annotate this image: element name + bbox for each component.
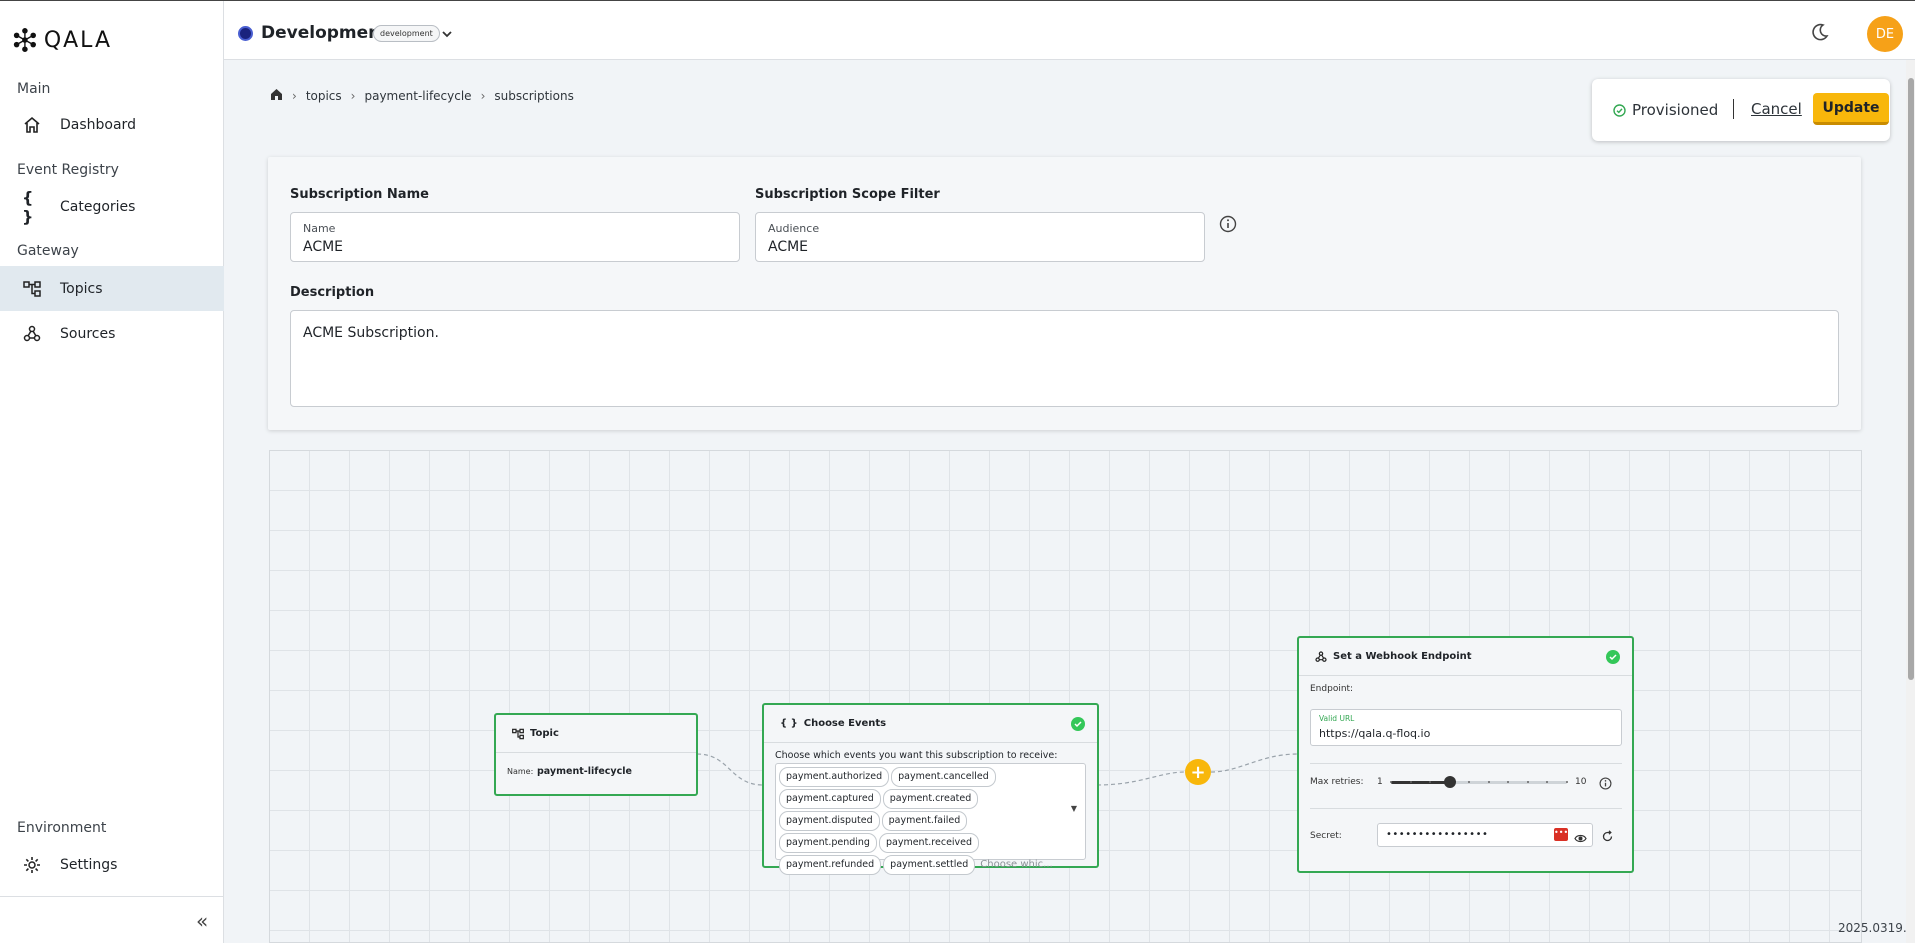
event-tag[interactable]: payment.pending	[779, 833, 877, 853]
webhook-icon	[1315, 650, 1327, 662]
event-tag[interactable]: payment.failed	[881, 811, 968, 831]
node-title: Choose Events	[803, 718, 887, 729]
events-search-placeholder[interactable]: Choose whic...	[980, 859, 1052, 870]
page-scrollbar-thumb[interactable]	[1908, 78, 1914, 680]
slider-tick	[1526, 781, 1529, 783]
slider-tick	[1487, 781, 1490, 783]
app-version: 2025.0319.1	[1838, 921, 1915, 935]
event-tag[interactable]: payment.cancelled	[891, 767, 996, 787]
secret-value: ••••••••••••••••	[1386, 829, 1489, 840]
events-multiselect[interactable]: payment.authorized payment.cancelled payme…	[775, 763, 1086, 875]
event-tag[interactable]: payment.created	[882, 789, 979, 809]
node-header: Set a Webhook Endpoint	[1299, 638, 1632, 676]
node-header: Topic	[496, 715, 696, 753]
retries-max: 10	[1575, 777, 1587, 787]
success-check-icon	[1071, 717, 1085, 731]
event-tag[interactable]: payment.settled	[883, 855, 976, 875]
node-header: { } Choose Events	[764, 705, 1097, 743]
divider	[1310, 808, 1622, 809]
url-value: https://qala.q-floq.io	[1319, 727, 1431, 740]
choose-events-node[interactable]: { } Choose Events Choose which events yo…	[762, 703, 1099, 875]
secret-label: Secret:	[1310, 831, 1342, 841]
retries-slider[interactable]	[1390, 776, 1568, 788]
topic-name-label: Name:	[507, 767, 534, 776]
slider-tick	[1409, 781, 1412, 783]
retries-slider-thumb[interactable]	[1443, 776, 1456, 788]
success-check-icon	[1606, 650, 1620, 664]
events-prompt: Choose which events you want this subscr…	[775, 750, 1058, 761]
slider-tick	[1468, 781, 1471, 783]
event-tag[interactable]: payment.refunded	[779, 855, 882, 875]
webhook-endpoint-node[interactable]: Set a Webhook Endpoint Endpoint: Valid U…	[1297, 636, 1634, 873]
retries-slider-fill	[1391, 781, 1450, 784]
event-tag[interactable]: payment.authorized	[779, 767, 890, 787]
info-icon[interactable]	[1599, 775, 1612, 794]
event-tag[interactable]: payment.captured	[779, 789, 881, 809]
slider-tick	[1566, 781, 1568, 783]
topics-icon	[512, 728, 524, 739]
dropdown-arrow-icon[interactable]: ▼	[1071, 804, 1077, 813]
topic-node[interactable]: Topic Name: payment-lifecycle	[494, 713, 698, 796]
regenerate-icon[interactable]	[1601, 828, 1614, 847]
divider	[1310, 763, 1622, 764]
endpoint-label: Endpoint:	[1310, 684, 1354, 694]
retries-min: 1	[1377, 777, 1383, 787]
slider-tick	[1507, 781, 1510, 783]
url-valid-caption: Valid URL	[1319, 714, 1355, 723]
event-tag[interactable]: payment.received	[878, 833, 980, 853]
slider-tick	[1390, 781, 1392, 783]
topic-name-value: payment-lifecycle	[537, 766, 632, 777]
event-tags: payment.authorized payment.cancelled payme…	[778, 766, 1067, 876]
password-manager-icon[interactable]: •••	[1554, 828, 1568, 841]
eye-icon[interactable]	[1574, 829, 1587, 848]
secret-input[interactable]: •••••••••••••••• •••	[1377, 823, 1593, 847]
slider-tick	[1546, 781, 1549, 783]
endpoint-url-input[interactable]: Valid URL https://qala.q-floq.io	[1310, 709, 1622, 746]
braces-icon: { }	[780, 718, 798, 729]
max-retries-label: Max retries:	[1310, 777, 1364, 787]
event-tag[interactable]: payment.disputed	[779, 811, 880, 831]
node-title: Set a Webhook Endpoint	[1333, 651, 1472, 662]
add-node-button[interactable]: +	[1185, 759, 1211, 785]
node-title: Topic	[530, 728, 559, 739]
